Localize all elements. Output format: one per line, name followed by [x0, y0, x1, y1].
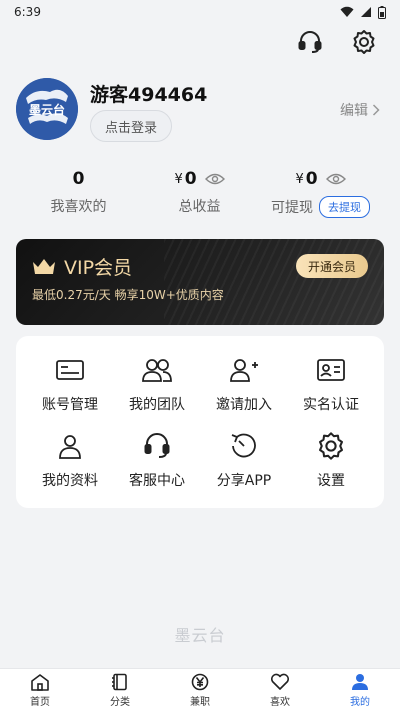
vip-title: VIP会员: [64, 257, 133, 279]
nav-label: 首页: [30, 697, 50, 708]
menu-icon-wrap: [113, 354, 201, 386]
gear-icon: [319, 432, 343, 460]
vip-subtitle: 最低0.27元/天 畅享10W+优质内容: [32, 288, 224, 302]
nav-label: 喜欢: [270, 697, 290, 708]
menu-invite[interactable]: 邀请加入: [200, 354, 288, 420]
menu-label: 账号管理: [42, 397, 98, 413]
edit-label: 编辑: [340, 103, 368, 119]
stat-favorites[interactable]: 0 我喜欢的: [12, 168, 145, 216]
profile-header: 墨云台 游客494464 点击登录 编辑: [16, 78, 384, 142]
top-actions: [296, 28, 378, 56]
eye-icon[interactable]: [204, 172, 225, 186]
eye-icon[interactable]: [325, 172, 346, 186]
battery-icon: [378, 5, 386, 19]
login-button[interactable]: 点击登录: [90, 110, 172, 142]
team-icon: [142, 359, 172, 382]
headset-icon: [144, 433, 170, 458]
add-user-icon: [230, 359, 258, 382]
menu-label: 设置: [317, 473, 345, 489]
avatar-logo: 墨云台: [16, 78, 78, 140]
menu-icon-wrap: [200, 354, 288, 386]
stat-total-income[interactable]: ¥ 0 总收益: [133, 168, 266, 216]
menu-icon-wrap: [287, 354, 375, 386]
menu-label: 实名认证: [303, 397, 359, 413]
stat-value: 0: [12, 168, 145, 190]
currency-symbol: ¥: [174, 171, 183, 187]
yen-icon: [191, 673, 209, 691]
home-icon: [31, 674, 49, 691]
profile-icon: [352, 674, 368, 690]
menu-my-profile[interactable]: 我的资料: [26, 430, 114, 496]
menu-icon-wrap: [113, 430, 201, 462]
stat-label-row: 我喜欢的: [12, 196, 145, 216]
stats-row: 0 我喜欢的 ¥ 0 总收益 ¥ 0 可提现 去提现: [0, 168, 400, 224]
open-vip-button[interactable]: 开通会员: [295, 254, 368, 278]
contact-card-icon: [317, 359, 345, 381]
wifi-icon: [340, 6, 354, 17]
menu-icon-wrap: [26, 354, 114, 386]
stat-label: 我喜欢的: [50, 199, 107, 215]
menu-account-management[interactable]: 账号管理: [26, 354, 114, 420]
menu-share-app[interactable]: 分享APP: [200, 430, 288, 496]
username: 游客494464: [90, 84, 208, 106]
status-bar: 6:39: [0, 0, 400, 24]
avatar[interactable]: 墨云台: [16, 78, 78, 140]
function-menu: 账号管理 我的团队 邀请加入 实名认证 我的资料 客服中心 分享APP 设置: [16, 336, 384, 508]
vip-banner[interactable]: VIP会员 最低0.27元/天 畅享10W+优质内容 开通会员: [16, 239, 384, 325]
share-refresh-icon: [231, 433, 256, 458]
settings-button[interactable]: [350, 28, 378, 56]
customer-service-button[interactable]: [296, 28, 324, 56]
menu-customer-service[interactable]: 客服中心: [113, 430, 201, 496]
status-icons: [340, 5, 386, 19]
stat-label-row: 总收益: [133, 196, 266, 216]
nav-mine[interactable]: 我的: [320, 669, 400, 712]
menu-label: 邀请加入: [216, 397, 272, 413]
stat-value: ¥ 0: [254, 168, 387, 190]
menu-label: 我的资料: [42, 473, 98, 489]
id-card-icon: [56, 360, 84, 380]
withdraw-button[interactable]: 去提现: [319, 196, 370, 218]
nav-label: 分类: [110, 697, 130, 708]
nav-label: 我的: [350, 697, 370, 708]
menu-icon-wrap: [287, 430, 375, 462]
edit-profile-link[interactable]: 编辑: [340, 100, 380, 120]
stat-withdrawable[interactable]: ¥ 0 可提现 去提现: [254, 168, 387, 218]
stat-label: 可提现: [271, 200, 313, 216]
brand-watermark: 墨云台: [174, 626, 226, 645]
bottom-nav: 首页 分类 兼职 喜欢 我的: [0, 668, 400, 712]
status-time: 6:39: [14, 5, 41, 19]
vip-decoration: [164, 239, 384, 325]
avatar-text: 墨云台: [29, 102, 65, 117]
stat-value-number: 0: [72, 169, 85, 189]
nav-label: 兼职: [190, 697, 210, 708]
chevron-right-icon: [372, 104, 380, 116]
vip-title-row: VIP会员: [32, 253, 132, 280]
stat-value: ¥ 0: [133, 168, 266, 190]
menu-settings[interactable]: 设置: [287, 430, 375, 496]
menu-label: 分享APP: [216, 473, 272, 489]
signal-icon: [361, 7, 371, 17]
stat-label-row: 可提现 去提现: [254, 196, 387, 218]
crown-icon: [33, 258, 55, 274]
nav-category[interactable]: 分类: [80, 669, 160, 712]
menu-icon-wrap: [26, 430, 114, 462]
menu-my-team[interactable]: 我的团队: [113, 354, 201, 420]
heart-icon: [270, 673, 290, 690]
currency-symbol: ¥: [295, 171, 304, 187]
headset-icon: [298, 31, 322, 53]
stat-value-number: 0: [184, 169, 197, 189]
nav-part-time[interactable]: 兼职: [160, 669, 240, 712]
menu-label: 客服中心: [129, 473, 185, 489]
gear-icon: [353, 30, 375, 54]
stat-value-number: 0: [305, 169, 318, 189]
stat-label: 总收益: [178, 199, 221, 215]
nav-favorites[interactable]: 喜欢: [240, 669, 320, 712]
user-icon: [59, 435, 81, 459]
category-icon: [112, 673, 127, 691]
menu-real-name-auth[interactable]: 实名认证: [287, 354, 375, 420]
menu-label: 我的团队: [129, 397, 185, 413]
nav-home[interactable]: 首页: [0, 669, 80, 712]
menu-icon-wrap: [200, 430, 288, 462]
